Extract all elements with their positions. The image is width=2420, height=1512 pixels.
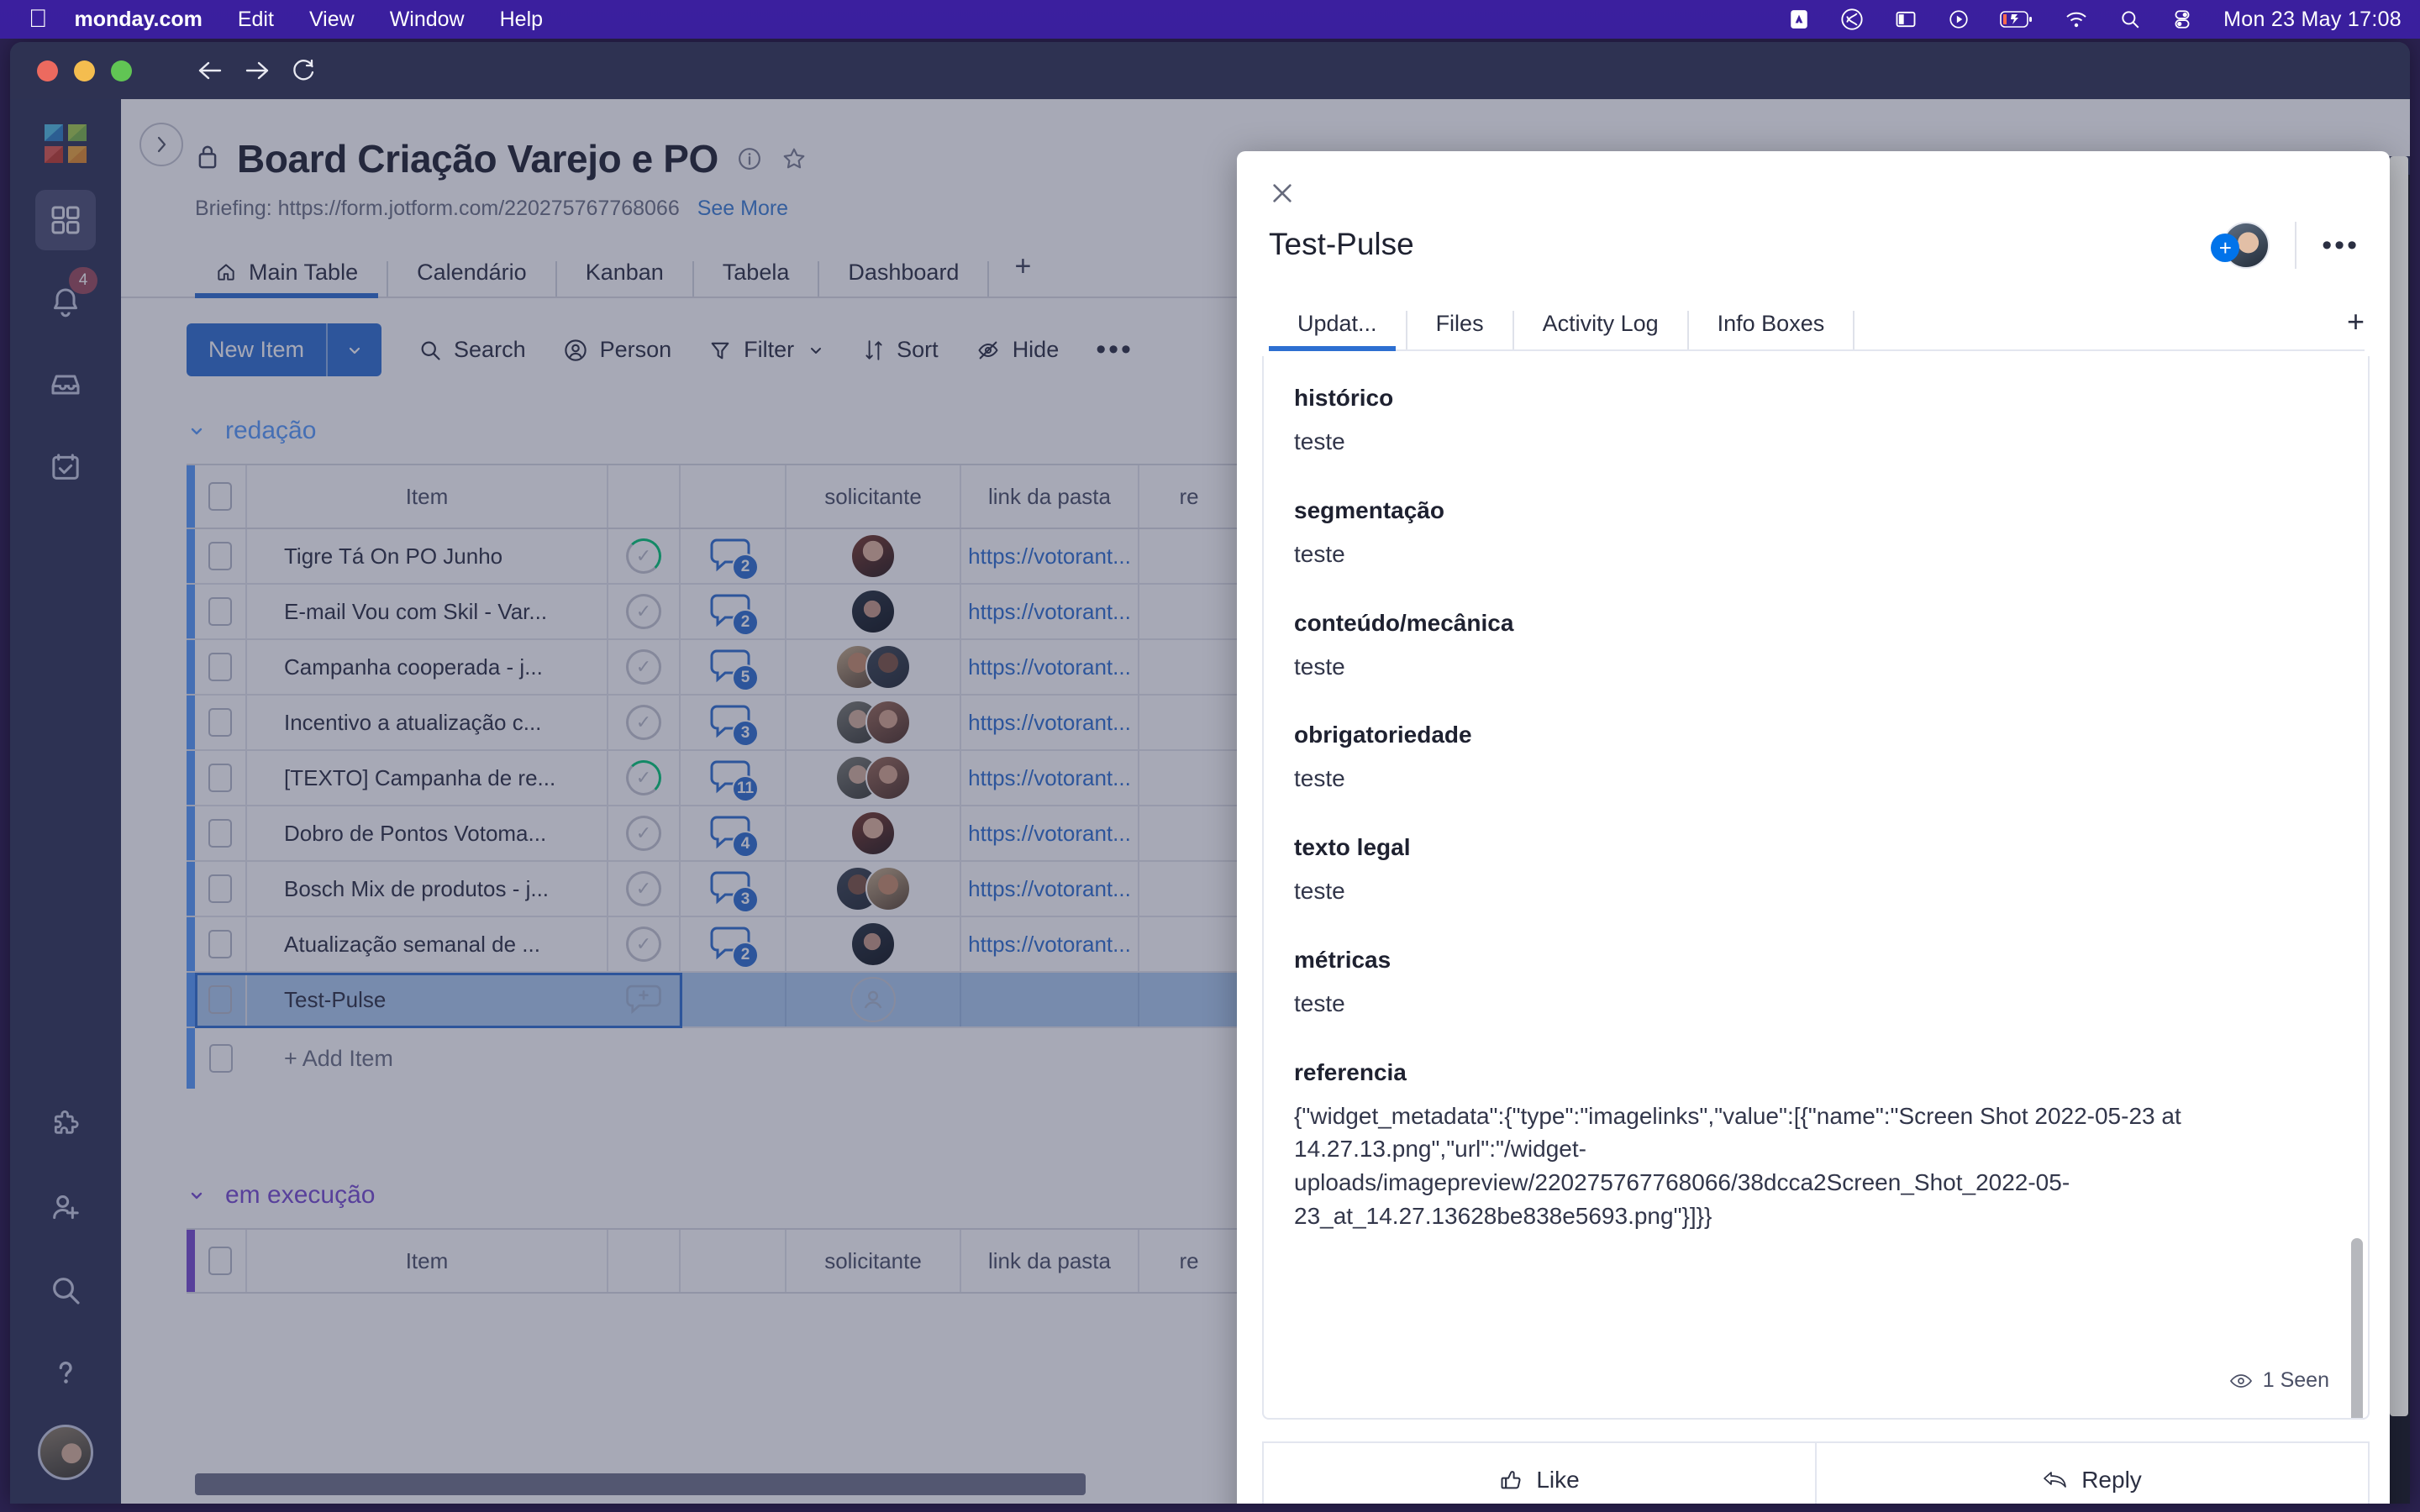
field-value: teste: [1294, 990, 1345, 1016]
tab-label: Activity Log: [1542, 310, 1659, 336]
panel-header-actions: + •••: [2211, 222, 2360, 269]
reply-arrow-icon: [2043, 1469, 2068, 1491]
field-label: referencia: [1294, 1058, 1407, 1085]
field-value: teste: [1294, 765, 1345, 792]
field-label: segmentação: [1294, 496, 1444, 523]
menu-item-help[interactable]: Help: [500, 8, 543, 32]
browser-nav-buttons: [187, 47, 328, 94]
window-titlebar: [10, 42, 2410, 99]
maximize-window-button[interactable]: [111, 60, 132, 81]
menu-item-view[interactable]: View: [309, 8, 355, 32]
window-traffic-lights: [37, 60, 148, 81]
reply-button[interactable]: Reply: [1815, 1443, 2368, 1504]
menu-item-window[interactable]: Window: [390, 8, 465, 32]
close-icon[interactable]: [1269, 180, 1296, 211]
field-texto-legal: texto legal teste: [1294, 834, 2317, 908]
apple-logo-icon[interactable]: : [29, 7, 48, 32]
tab-activity-log[interactable]: Activity Log: [1514, 311, 1689, 349]
field-referencia: referencia {"widget_metadata":{"type":"i…: [1294, 1059, 2317, 1233]
adobe-icon[interactable]: [1788, 8, 1810, 30]
tab-label: Files: [1435, 310, 1484, 336]
field-value: teste: [1294, 653, 1345, 680]
field-label: histórico: [1294, 385, 1394, 411]
field-obrigatoriedade: obrigatoriedade teste: [1294, 722, 2317, 795]
scrollbar-thumb[interactable]: [2390, 156, 2408, 1416]
play-icon[interactable]: [1948, 8, 1970, 30]
browser-window: 4 Board Criação Varejo e PO Briefing: ht…: [10, 42, 2410, 1504]
item-detail-panel: Test-Pulse + ••• Updat... Files Activity…: [1237, 151, 2390, 1504]
menubar-clock[interactable]: Mon 23 May 17:08: [2223, 8, 2402, 32]
panel-vertical-scrollbar[interactable]: [2351, 1238, 2363, 1418]
panel-scroll-content: histórico teste segmentação teste conteú…: [1264, 356, 2368, 1418]
creative-cloud-icon[interactable]: [1840, 8, 1864, 31]
like-button[interactable]: Like: [1264, 1443, 1815, 1504]
field-historico: histórico teste: [1294, 385, 2317, 459]
minimize-window-button[interactable]: [74, 60, 95, 81]
seen-status: 1 Seen: [2229, 1368, 2329, 1393]
battery-icon[interactable]: [2000, 10, 2033, 29]
field-label: conteúdo/mecânica: [1294, 609, 1514, 636]
menu-item-edit[interactable]: Edit: [238, 8, 274, 32]
tab-label: Updat...: [1297, 310, 1377, 336]
field-label: métricas: [1294, 946, 1392, 973]
field-segmentacao: segmentação teste: [1294, 497, 2317, 571]
reply-label: Reply: [2081, 1467, 2142, 1493]
back-arrow-icon[interactable]: [187, 47, 234, 94]
field-value: teste: [1294, 428, 1345, 454]
monday-app: 4 Board Criação Varejo e PO Briefing: ht…: [10, 99, 2410, 1504]
window-vertical-scrollbar[interactable]: [2388, 156, 2410, 1504]
panel-more-button[interactable]: •••: [2322, 229, 2360, 262]
field-value: teste: [1294, 878, 1345, 904]
tab-info-boxes[interactable]: Info Boxes: [1689, 311, 1855, 349]
field-label: obrigatoriedade: [1294, 722, 1472, 748]
control-center-icon[interactable]: [2171, 8, 2193, 30]
display-icon[interactable]: [1894, 8, 1918, 31]
add-panel-tab-button[interactable]: +: [2347, 304, 2365, 349]
add-person-icon[interactable]: +: [2211, 234, 2240, 262]
field-conteudo-mecanica: conteúdo/mecânica teste: [1294, 610, 2317, 684]
spotlight-search-icon[interactable]: [2119, 8, 2141, 30]
panel-tabs: Updat... Files Activity Log Info Boxes +: [1269, 292, 2365, 351]
panel-action-bar: Like Reply: [1262, 1441, 2370, 1504]
reload-arrow-icon[interactable]: [281, 47, 328, 94]
macos-menubar:  monday.com Edit View Window Help Mon 2…: [0, 0, 2420, 39]
panel-update-body: histórico teste segmentação teste conteú…: [1262, 356, 2370, 1420]
forward-arrow-icon[interactable]: [234, 47, 281, 94]
thumbs-up-icon: [1499, 1468, 1523, 1492]
tab-label: Info Boxes: [1717, 310, 1825, 336]
tab-updates[interactable]: Updat...: [1269, 310, 1407, 351]
seen-label: 1 Seen: [2262, 1368, 2329, 1392]
menu-item-app[interactable]: monday.com: [75, 8, 203, 32]
field-value: teste: [1294, 540, 1345, 567]
menubar-status-area: Mon 23 May 17:08: [1788, 8, 2402, 32]
field-value: {"widget_metadata":{"type":"imagelinks",…: [1294, 1102, 2181, 1229]
panel-title: Test-Pulse: [1269, 227, 1414, 261]
panel-avatar[interactable]: +: [2211, 222, 2270, 269]
field-metricas: métricas teste: [1294, 947, 2317, 1021]
like-label: Like: [1536, 1467, 1580, 1493]
field-label: texto legal: [1294, 834, 1411, 860]
close-window-button[interactable]: [37, 60, 58, 81]
divider: [2295, 222, 2297, 269]
eye-icon: [2229, 1372, 2253, 1390]
tab-files[interactable]: Files: [1407, 311, 1514, 349]
wifi-icon[interactable]: [2064, 9, 2089, 29]
